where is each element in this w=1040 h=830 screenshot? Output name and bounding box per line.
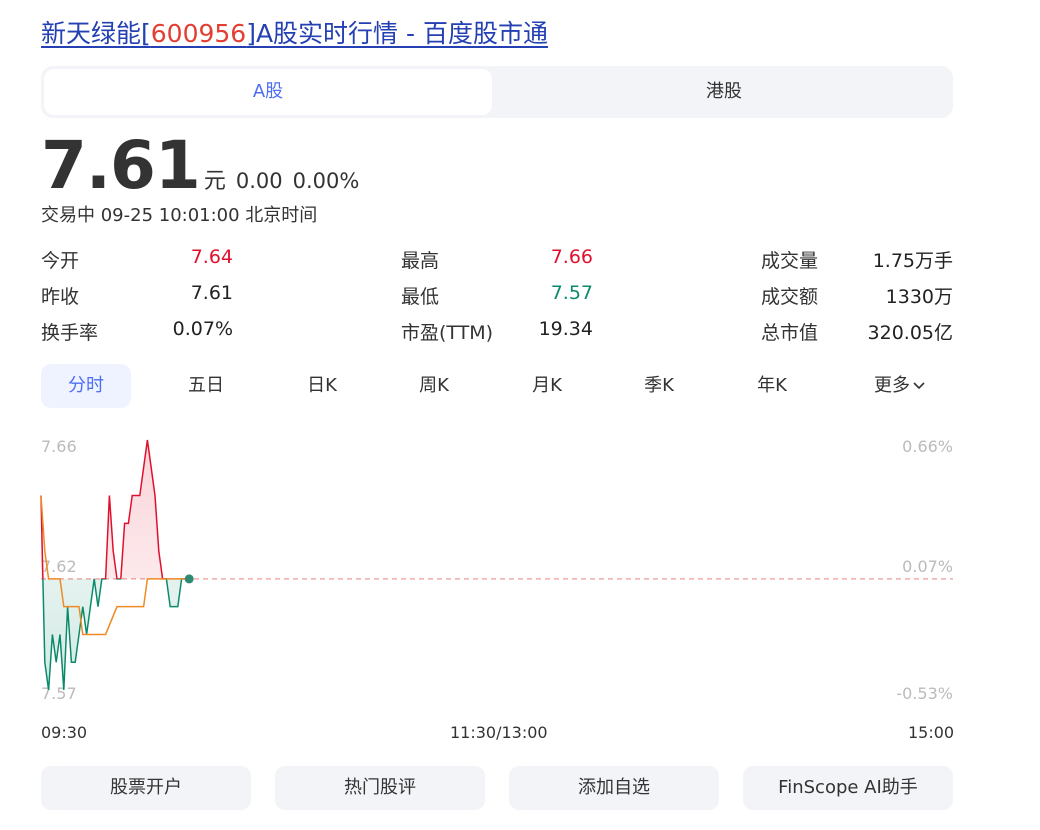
- stats-grid: 今开 7.64 最高 7.66 成交量 1.75万手 昨收 7.61 最低 7.…: [41, 242, 953, 350]
- page-title[interactable]: 新天绿能[600956]A股实时行情 - 百度股市通: [41, 16, 548, 52]
- period-tabs: 分时 五日 日K 周K 月K 季K 年K 更多: [41, 364, 953, 410]
- finscope-ai-button[interactable]: FinScope AI助手: [743, 766, 953, 810]
- market-tabs: A股 港股: [41, 66, 953, 118]
- more-label: 更多: [874, 375, 910, 396]
- chevron-down-icon: [913, 382, 925, 390]
- y-left-tick-high: 7.66: [41, 437, 77, 456]
- stat-label-turnover: 成交额: [761, 286, 819, 308]
- price-unit: 元: [203, 169, 226, 194]
- stat-value-low: 7.57: [550, 282, 593, 304]
- tab-a-share[interactable]: A股: [44, 69, 492, 115]
- period-tab-weekly[interactable]: 周K: [389, 364, 479, 408]
- stock-code: 600956: [150, 19, 247, 48]
- stat-value-turnover-rate: 0.07%: [172, 318, 233, 340]
- stat-value-turnover: 1330万: [885, 286, 953, 308]
- title-prefix: 新天绿能[: [41, 19, 151, 48]
- period-tab-monthly[interactable]: 月K: [502, 364, 592, 408]
- stat-label-pe-ttm: 市盈(TTM): [401, 322, 494, 344]
- y-left-tick-low: 7.57: [41, 684, 77, 703]
- latest-price-dot: [184, 574, 194, 584]
- stat-value-high: 7.66: [550, 246, 593, 268]
- open-account-button[interactable]: 股票开户: [41, 766, 251, 810]
- period-tab-intraday[interactable]: 分时: [41, 364, 131, 408]
- stat-label-high: 最高: [401, 250, 440, 272]
- y-right-tick-high: 0.66%: [902, 437, 953, 456]
- x-tick-close: 15:00: [908, 723, 955, 742]
- stat-label-market-cap: 总市值: [761, 322, 819, 344]
- stat-value-open: 7.64: [190, 246, 233, 268]
- x-tick-midday: 11:30/13:00: [450, 723, 548, 742]
- price-change-pct: 0.00%: [292, 169, 360, 193]
- trade-status: 交易中 09-25 10:01:00 北京时间: [41, 205, 318, 226]
- stat-label-low: 最低: [401, 286, 440, 308]
- stat-label-volume: 成交量: [761, 250, 819, 272]
- y-right-tick-low: -0.53%: [896, 684, 953, 703]
- title-suffix: ]A股实时行情 - 百度股市通: [246, 19, 548, 48]
- action-bar: 股票开户 热门股评 添加自选 FinScope AI助手: [41, 766, 953, 810]
- quote-block: 7.61 元 0.00 0.00%: [41, 130, 359, 202]
- period-tab-daily[interactable]: 日K: [277, 364, 367, 408]
- stat-value-pe-ttm: 19.34: [538, 318, 593, 340]
- stats-row: 换手率 0.07% 市盈(TTM) 19.34 总市值 320.05亿: [41, 314, 953, 350]
- stat-label-open: 今开: [41, 250, 80, 272]
- tab-hk-share[interactable]: 港股: [500, 69, 948, 115]
- period-tab-5day[interactable]: 五日: [161, 364, 251, 408]
- period-tab-yearly[interactable]: 年K: [727, 364, 817, 408]
- stat-value-prev-close: 7.61: [190, 282, 233, 304]
- stat-value-market-cap: 320.05亿: [867, 322, 953, 344]
- period-tab-more[interactable]: 更多: [847, 364, 953, 408]
- y-right-tick-mid: 0.07%: [902, 557, 953, 576]
- current-price: 7.61: [41, 127, 201, 204]
- stat-value-volume: 1.75万手: [872, 250, 953, 272]
- stat-label-prev-close: 昨收: [41, 286, 80, 308]
- price-change: 0.00: [235, 169, 283, 193]
- x-tick-open: 09:30: [41, 723, 88, 742]
- stats-row: 昨收 7.61 最低 7.57 成交额 1330万: [41, 278, 953, 314]
- hot-comments-button[interactable]: 热门股评: [275, 766, 485, 810]
- stats-row: 今开 7.64 最高 7.66 成交量 1.75万手: [41, 242, 953, 278]
- intraday-chart[interactable]: 7.66 7.62 7.57 0.66% 0.07% -0.53%: [0, 420, 1040, 710]
- stat-label-turnover-rate: 换手率: [41, 322, 99, 344]
- add-watchlist-button[interactable]: 添加自选: [509, 766, 719, 810]
- period-tab-quarterly[interactable]: 季K: [614, 364, 704, 408]
